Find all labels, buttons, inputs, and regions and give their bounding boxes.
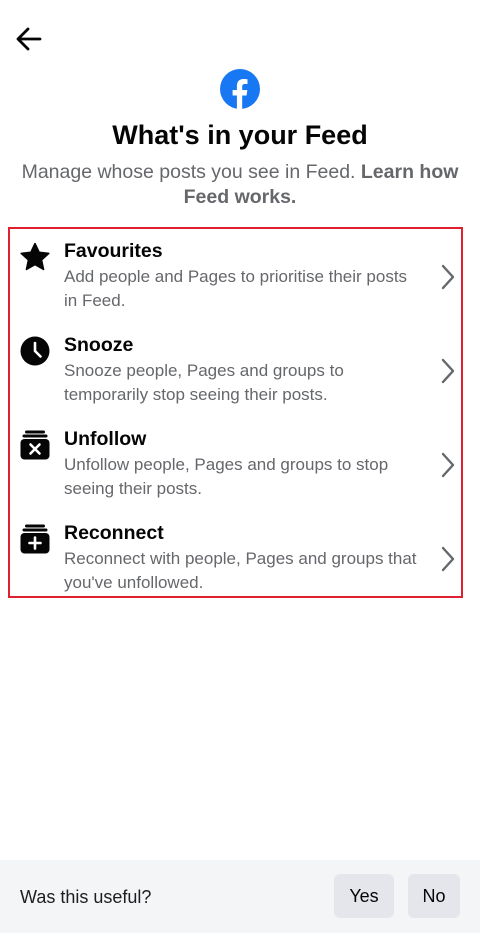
option-description: Add people and Pages to prioritise their… — [64, 267, 408, 310]
subtitle-text: Manage whose posts you see in Feed. — [21, 161, 356, 183]
option-description: Snooze people, Pages and groups to tempo… — [64, 361, 344, 404]
chevron-right-icon — [441, 452, 455, 478]
feed-preferences-screen: What's in your Feed Manage whose posts y… — [0, 0, 480, 933]
arrow-left-icon — [16, 27, 42, 51]
chevron-right-icon — [441, 264, 455, 290]
unfollow-icon — [20, 430, 50, 460]
option-description: Reconnect with people, Pages and groups … — [64, 549, 417, 592]
chevron-right-icon — [441, 546, 455, 572]
option-title: Unfollow — [64, 428, 147, 450]
option-unfollow[interactable]: Unfollow Unfollow people, Pages and grou… — [10, 417, 461, 511]
reconnect-icon — [20, 524, 50, 554]
option-title: Favourites — [64, 240, 163, 262]
feed-options-list: Favourites Add people and Pages to prior… — [8, 227, 463, 598]
option-reconnect[interactable]: Reconnect Reconnect with people, Pages a… — [10, 511, 461, 605]
feedback-footer: Was this useful? Yes No — [0, 860, 480, 933]
option-title: Reconnect — [64, 522, 164, 544]
page-subtitle: Manage whose posts you see in Feed. Lear… — [20, 160, 460, 210]
back-button[interactable] — [12, 22, 46, 56]
clock-icon — [20, 336, 50, 366]
star-icon — [20, 242, 50, 271]
feedback-question: Was this useful? — [20, 887, 152, 907]
yes-button[interactable]: Yes — [334, 874, 394, 918]
facebook-logo-icon — [220, 69, 260, 109]
page-title: What's in your Feed — [112, 120, 368, 150]
option-title: Snooze — [64, 334, 134, 356]
option-snooze[interactable]: Snooze Snooze people, Pages and groups t… — [10, 323, 461, 417]
no-button[interactable]: No — [408, 874, 460, 918]
option-favourites[interactable]: Favourites Add people and Pages to prior… — [10, 229, 461, 323]
chevron-right-icon — [441, 358, 455, 384]
option-description: Unfollow people, Pages and groups to sto… — [64, 455, 389, 498]
